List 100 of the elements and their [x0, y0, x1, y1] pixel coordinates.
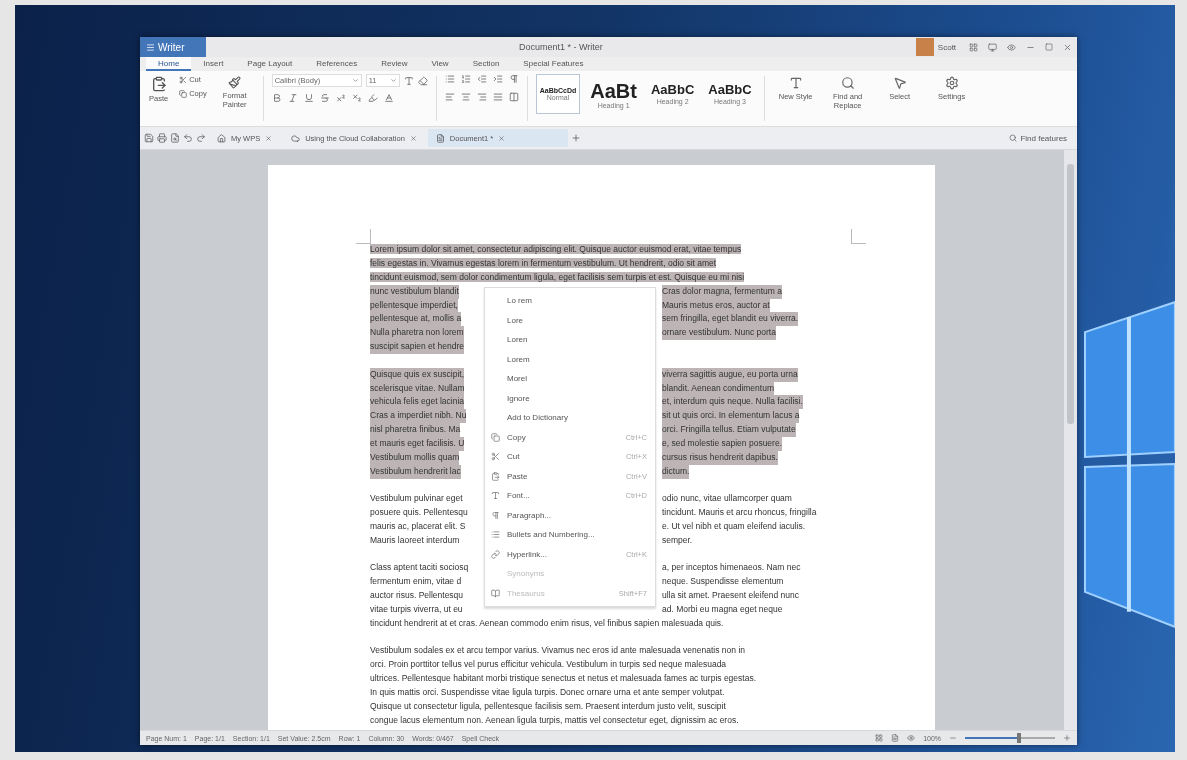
- text-line: In quis mattis orci. Suspendisse vitae ligula turpis. Donec ornare urna et ante semper volutpat.: [370, 686, 725, 697]
- text-line: Class aptent taciti sociosq: [370, 561, 469, 575]
- new-tab-icon[interactable]: [570, 133, 581, 143]
- text-line: tincidunt hendrerit at et cras. Aenean commodo enim risus, vel finibus sapien malesuada quis.: [370, 617, 724, 628]
- outdent-icon[interactable]: [476, 74, 487, 84]
- indent-icon[interactable]: [492, 74, 503, 84]
- account-name: Scott: [937, 42, 957, 52]
- ribbon-tab[interactable]: Special Features: [511, 57, 596, 71]
- grow-font-icon[interactable]: [403, 75, 414, 86]
- menu-item[interactable]: Paragraph...: [485, 505, 655, 525]
- text-line: neque. Suspendisse elementum: [662, 575, 784, 589]
- text-line: odio nunc, vitae ullamcorper quam: [662, 492, 792, 506]
- menu-item[interactable]: Ignore: [485, 388, 655, 408]
- eraser-icon[interactable]: [417, 75, 428, 86]
- italic-icon[interactable]: [287, 93, 298, 103]
- menu-item[interactable]: Bullets and Numbering...: [485, 525, 655, 545]
- menu-item[interactable]: Lore: [485, 310, 655, 330]
- ribbon-tab[interactable]: Home: [146, 57, 192, 71]
- zoom-in-icon[interactable]: [1063, 734, 1072, 742]
- ribbon-tab[interactable]: Section: [460, 57, 512, 71]
- align-center-icon[interactable]: [460, 92, 471, 102]
- zoom-out-icon[interactable]: [949, 734, 958, 742]
- read-view-icon[interactable]: [907, 734, 916, 742]
- scissors-icon: [179, 75, 188, 84]
- bullet-list-icon[interactable]: [444, 74, 455, 84]
- underline-icon[interactable]: [303, 93, 314, 103]
- text-line: ulla sit amet. Praesent eleifend nunc: [662, 589, 800, 603]
- numbered-list-icon[interactable]: [460, 74, 471, 84]
- printer-icon[interactable]: [157, 133, 167, 143]
- clipboard-icon: [150, 76, 167, 92]
- menu-item[interactable]: Lo rem: [485, 291, 655, 311]
- scissors-icon: [491, 452, 500, 462]
- book-icon: [491, 588, 500, 598]
- search-icon: [1009, 134, 1018, 142]
- align-right-icon[interactable]: [476, 92, 487, 102]
- subscript-icon[interactable]: [351, 93, 362, 103]
- app-menu-button[interactable]: Writer: [140, 37, 206, 57]
- columns-icon[interactable]: [508, 92, 519, 102]
- ribbon-tab[interactable]: Insert: [191, 57, 236, 71]
- menu-item[interactable]: Loren: [485, 330, 655, 350]
- text-line: ad. Morbi eu magna eget neque: [662, 603, 783, 616]
- letter-icon: [491, 491, 500, 501]
- align-left-icon[interactable]: [444, 92, 455, 102]
- settings-icon: [944, 76, 959, 90]
- ribbon-tab[interactable]: Review: [369, 57, 420, 71]
- list-icon: [491, 530, 500, 540]
- text-line: Mauris laoreet interdum: [370, 533, 460, 547]
- slider-thumb[interactable]: [1017, 733, 1022, 743]
- text-line: Quisque ut consectetur ligula, pellentesque facilisis sem. Praesent interdum justo velit, suscipit: [370, 700, 726, 711]
- ribbon-tab[interactable]: References: [304, 57, 370, 71]
- pilcrow-icon[interactable]: [508, 74, 519, 84]
- bold-icon[interactable]: [271, 93, 282, 103]
- document-icon: [435, 133, 445, 143]
- cursor-icon: [892, 76, 907, 90]
- scrollbar[interactable]: [1064, 150, 1078, 730]
- style-sample: AaBbC: [708, 83, 752, 98]
- undo-icon[interactable]: [183, 133, 193, 143]
- text-line: ultrices. Pellentesque habitant morbi tristique senectus et netus et malesuada fames ac turpis egestas.: [370, 673, 756, 684]
- menu-icon: [146, 42, 155, 52]
- text-style-icon: [788, 76, 803, 90]
- ribbon-tab[interactable]: Page Layout: [235, 57, 305, 71]
- font-color-icon[interactable]: [383, 93, 394, 103]
- style-sample: AaBbC: [650, 83, 695, 98]
- menu-item[interactable]: Morel: [485, 369, 655, 389]
- avatar[interactable]: [915, 38, 934, 56]
- align-justify-icon[interactable]: [492, 92, 503, 102]
- paintbrush-icon: [228, 76, 242, 89]
- text-line: fermentum enim, vitae d: [370, 575, 462, 589]
- highlighter-icon[interactable]: [367, 93, 378, 103]
- strikethrough-icon[interactable]: [319, 93, 330, 103]
- caret-icon: [351, 77, 359, 84]
- home-icon: [217, 133, 226, 143]
- ribbon-tab[interactable]: View: [419, 57, 461, 71]
- save-icon[interactable]: [144, 133, 154, 143]
- superscript-icon[interactable]: [335, 93, 346, 103]
- style-sample: AaBt: [590, 79, 637, 102]
- pilcrow-icon: [491, 510, 500, 520]
- text-line: Vestibulum sodales ex et arcu tempor varius. Vivamus nec eros id ante malesuada venenatis non in: [370, 645, 745, 656]
- link-icon: [491, 549, 500, 559]
- search-icon: [840, 76, 855, 90]
- menu-item[interactable]: Add to Dictionary: [485, 408, 655, 428]
- text-line: semper.: [662, 533, 693, 547]
- clipboard-icon: [491, 471, 500, 481]
- text-line: posuere quis. Pellentesqu: [370, 506, 468, 520]
- text-line: e. Ut vel nibh et quam eleifend iaculis.: [662, 520, 806, 534]
- menu-item[interactable]: Lorem: [485, 349, 655, 369]
- text-line: tincidunt. Mauris et arcu rhoncus, fringilla: [662, 506, 817, 520]
- text-line: congue lacus elementum non. Aenean ligula turpis, mattis vel consectetur eget, dignissim ac eros.: [370, 714, 739, 725]
- grid-view-icon[interactable]: [875, 734, 884, 742]
- text-line: Vestibulum pulvinar eget: [370, 492, 463, 506]
- cloud-icon: [291, 133, 301, 143]
- text-line: mauris ac, placerat elit. S: [370, 520, 466, 534]
- redo-icon[interactable]: [196, 133, 206, 143]
- text-line: vitae turpis viverra, ut eu: [370, 603, 463, 616]
- text-line: orci. Proin porttitor tellus vel purus efficitur vehicula. Vestibulum in turpis sed neque malesuada: [370, 659, 727, 670]
- page-view-icon[interactable]: [891, 734, 900, 742]
- find-features-button[interactable]: Find features: [1003, 132, 1074, 144]
- caret-icon: [389, 77, 397, 84]
- preview-icon[interactable]: [170, 133, 180, 143]
- text-line: a, per inceptos himenaeos. Nam nec: [662, 561, 801, 575]
